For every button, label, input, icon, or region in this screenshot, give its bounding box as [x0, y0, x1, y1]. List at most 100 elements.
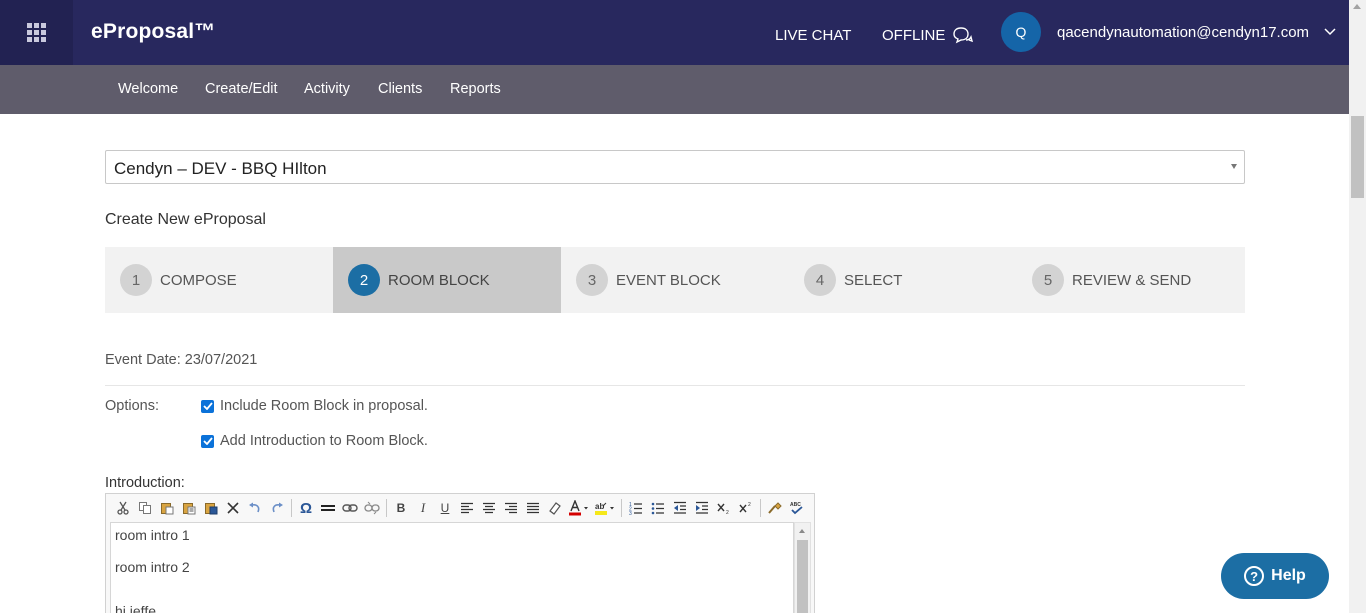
remove-format-icon[interactable] — [222, 497, 244, 519]
question-icon: ? — [1244, 566, 1265, 586]
editor-scrollbar-thumb[interactable] — [797, 540, 808, 613]
property-select-value: Cendyn – DEV - BBQ HIlton — [114, 159, 327, 178]
step-label: REVIEW & SEND — [1072, 271, 1192, 289]
step-number: 4 — [804, 264, 836, 296]
page-title: Create New eProposal — [105, 211, 266, 228]
step-select[interactable]: 4 SELECT — [789, 247, 1017, 313]
subscript-icon[interactable]: 2 — [713, 497, 735, 519]
paste-icon[interactable] — [156, 497, 178, 519]
spellcheck-icon[interactable]: ABC — [786, 497, 808, 519]
step-number: 3 — [576, 264, 608, 296]
step-label: COMPOSE — [160, 271, 237, 289]
step-review-send[interactable]: 5 REVIEW & SEND — [1017, 247, 1245, 313]
step-event-block[interactable]: 3 EVENT BLOCK — [561, 247, 789, 313]
svg-text:ABC: ABC — [790, 502, 801, 508]
nav-item-clients[interactable]: Clients — [378, 81, 422, 97]
avatar[interactable]: Q — [1001, 12, 1041, 52]
editor-paragraph: room intro 2 — [115, 559, 190, 575]
highlight-color-icon[interactable]: ab — [592, 497, 618, 519]
horizontal-line-icon[interactable] — [317, 497, 339, 519]
dropdown-caret-icon — [1231, 164, 1237, 169]
include-room-block-option[interactable]: Include Room Block in proposal. — [201, 398, 428, 414]
italic-icon[interactable]: I — [412, 497, 434, 519]
option-label: Add Introduction to Room Block. — [220, 433, 428, 449]
introduction-label: Introduction: — [105, 475, 185, 491]
step-number: 2 — [348, 264, 380, 296]
help-button[interactable]: ? Help — [1221, 553, 1329, 599]
chevron-down-icon[interactable] — [1324, 28, 1336, 36]
page-scrollbar-thumb[interactable] — [1351, 116, 1364, 198]
ordered-list-icon[interactable]: 123 — [625, 497, 647, 519]
svg-text:2: 2 — [748, 502, 751, 508]
user-email[interactable]: qacendynautomation@cendyn17.com — [1057, 24, 1309, 41]
toolbar-separator — [291, 499, 292, 517]
live-chat-link[interactable]: LIVE CHAT — [775, 27, 851, 44]
indent-icon[interactable] — [691, 497, 713, 519]
step-label: SELECT — [844, 271, 903, 289]
toolbar-separator — [386, 499, 387, 517]
property-select[interactable]: Cendyn – DEV - BBQ HIlton — [105, 150, 1245, 184]
checkmark-icon — [202, 402, 213, 410]
wizard-stepper: 1 COMPOSE 2 ROOM BLOCK 3 EVENT BLOCK 4 S… — [105, 247, 1245, 313]
brand-logo: eProposal™ — [91, 20, 216, 43]
unlink-icon[interactable] — [361, 497, 383, 519]
offline-label: OFFLINE — [882, 27, 946, 44]
eraser-icon[interactable] — [544, 497, 566, 519]
svg-text:3: 3 — [629, 511, 632, 515]
text-color-icon[interactable] — [566, 497, 592, 519]
toolbar-separator — [760, 499, 761, 517]
special-char-icon[interactable]: Ω — [295, 497, 317, 519]
scroll-up-icon[interactable] — [799, 529, 805, 533]
paste-word-icon[interactable] — [200, 497, 222, 519]
editor-content-area[interactable]: room intro 1 room intro 2 hi jeffe — [110, 522, 794, 613]
checkmark-icon — [202, 437, 213, 445]
cut-icon[interactable] — [112, 497, 134, 519]
editor-scrollbar[interactable] — [794, 522, 811, 613]
editor-toolbar: Ω B I U ab 1 2 3 2 2 ABC — [106, 494, 814, 522]
svg-text:2: 2 — [726, 510, 729, 515]
step-room-block[interactable]: 2 ROOM BLOCK — [333, 247, 561, 313]
introduction-editor: Ω B I U ab 1 2 3 2 2 ABC room intro 1 ro… — [105, 493, 815, 613]
superscript-icon[interactable]: 2 — [735, 497, 757, 519]
underline-icon[interactable]: U — [434, 497, 456, 519]
top-header: eProposal™ LIVE CHAT OFFLINE Q qacendyna… — [0, 0, 1349, 65]
page-scrollbar[interactable] — [1349, 0, 1366, 613]
step-compose[interactable]: 1 COMPOSE — [105, 247, 333, 313]
toolbar-separator — [621, 499, 622, 517]
event-date: Event Date: 23/07/2021 — [105, 352, 257, 368]
nav-item-create-edit[interactable]: Create/Edit — [205, 81, 278, 97]
step-label: EVENT BLOCK — [616, 271, 721, 289]
add-introduction-checkbox[interactable] — [201, 434, 214, 448]
event-date-label: Event Date: — [105, 352, 181, 368]
link-icon[interactable] — [339, 497, 361, 519]
step-label: ROOM BLOCK — [388, 271, 490, 289]
paste-text-icon[interactable] — [178, 497, 200, 519]
offline-status[interactable]: OFFLINE — [882, 26, 974, 44]
editor-paragraph: room intro 1 — [115, 527, 190, 543]
copy-icon[interactable] — [134, 497, 156, 519]
editor-paragraph: hi jeffe — [115, 603, 156, 613]
unordered-list-icon[interactable] — [647, 497, 669, 519]
redo-icon[interactable] — [266, 497, 288, 519]
align-center-icon[interactable] — [478, 497, 500, 519]
justify-icon[interactable] — [522, 497, 544, 519]
add-introduction-option[interactable]: Add Introduction to Room Block. — [201, 433, 428, 449]
step-number: 5 — [1032, 264, 1064, 296]
nav-item-welcome[interactable]: Welcome — [118, 81, 178, 97]
nav-item-reports[interactable]: Reports — [450, 81, 501, 97]
outdent-icon[interactable] — [669, 497, 691, 519]
align-left-icon[interactable] — [456, 497, 478, 519]
nav-item-activity[interactable]: Activity — [304, 81, 350, 97]
step-number: 1 — [120, 264, 152, 296]
bold-icon[interactable]: B — [390, 497, 412, 519]
align-right-icon[interactable] — [500, 497, 522, 519]
undo-icon[interactable] — [244, 497, 266, 519]
divider — [105, 385, 1245, 386]
scroll-up-icon[interactable] — [1353, 4, 1361, 9]
event-date-value: 23/07/2021 — [184, 352, 258, 368]
grid-icon — [27, 23, 46, 42]
app-launcher-button[interactable] — [0, 0, 73, 65]
clean-icon[interactable] — [764, 497, 786, 519]
main-nav: Welcome Create/Edit Activity Clients Rep… — [0, 65, 1349, 114]
include-room-block-checkbox[interactable] — [201, 399, 214, 413]
